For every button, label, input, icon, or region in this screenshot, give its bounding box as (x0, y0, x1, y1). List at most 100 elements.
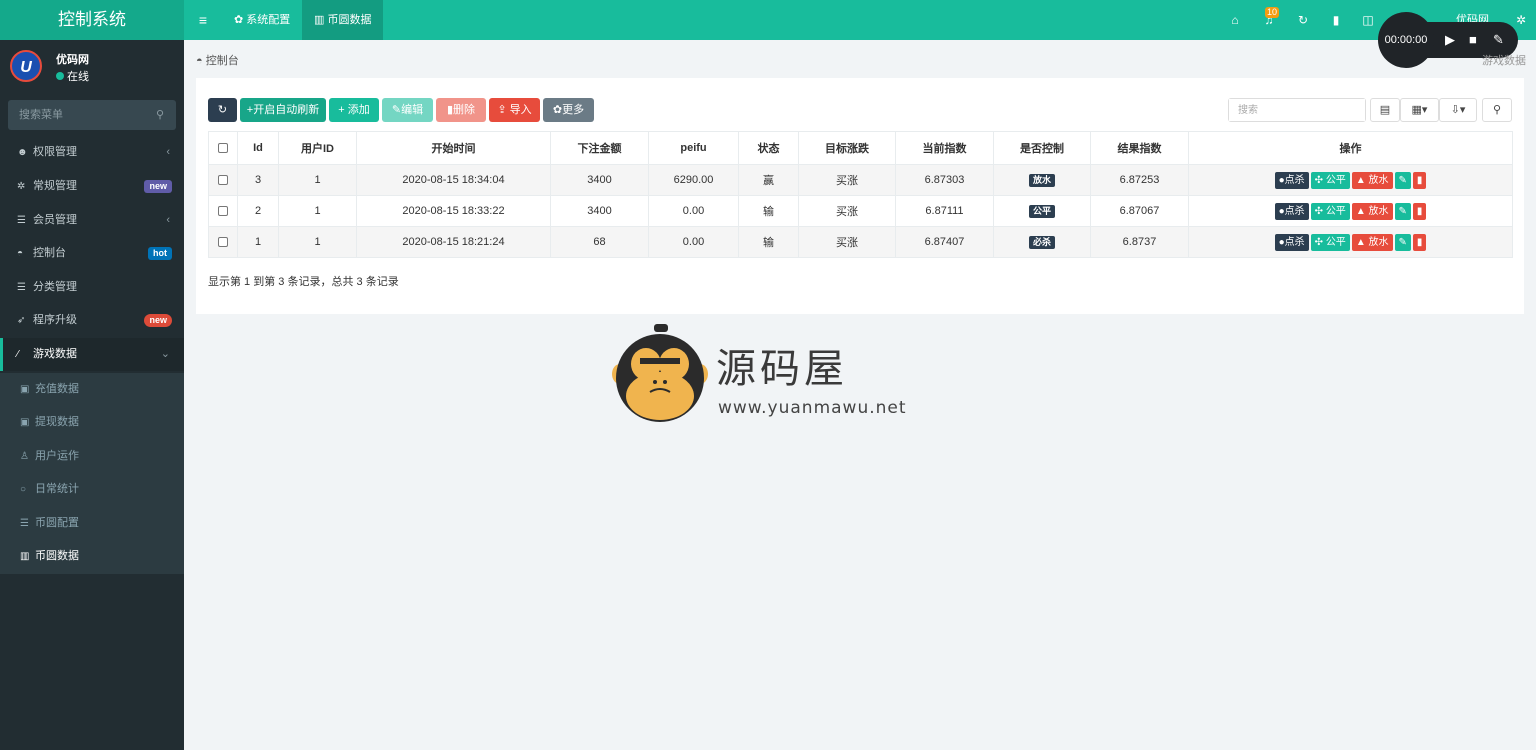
add-button[interactable]: + 添加 (329, 98, 379, 122)
toggle-view-button[interactable]: ▤ (1370, 98, 1400, 122)
release-button[interactable]: ▲ 放水 (1351, 171, 1393, 189)
sidebar-search-input[interactable] (8, 100, 148, 130)
auto-refresh-button[interactable]: +开启自动刷新 (240, 98, 326, 122)
advanced-search-button[interactable]: ⚲ (1482, 98, 1512, 122)
edit-button[interactable]: ✎编辑 (382, 98, 433, 122)
chevron-down-icon: ⌄ (160, 348, 170, 360)
table-row[interactable]: 2 1 2020-08-15 18:33:22 3400 0.00 输 买涨 6… (208, 195, 1513, 227)
column-header[interactable]: 状态 (738, 131, 799, 165)
cell-target: 买涨 (798, 226, 896, 258)
list-icon: ☰ (17, 215, 26, 226)
table-row[interactable]: 1 1 2020-08-15 18:21:24 68 0.00 输 买涨 6.8… (208, 226, 1513, 258)
play-icon[interactable]: ▶ (1445, 22, 1455, 58)
kill-button[interactable]: ●点杀 (1274, 171, 1309, 189)
column-header[interactable]: Id (237, 131, 279, 165)
more-button[interactable]: ✿更多 (543, 98, 594, 122)
sidebar-item-dashboard[interactable]: ◓ 控制台 hot (0, 237, 184, 270)
dashboard-icon: ◓ (196, 55, 203, 67)
recorder-timer: 00:00:00 (1378, 12, 1434, 68)
refresh-icon[interactable]: ↻ (1292, 0, 1314, 40)
row-edit-button[interactable]: ✎ (1394, 233, 1411, 251)
row-checkbox[interactable] (218, 175, 228, 186)
stop-icon[interactable]: ■ (1469, 22, 1477, 58)
select-all-checkbox[interactable] (218, 143, 228, 154)
cell-id: 2 (237, 195, 279, 227)
sidebar-subitem-coin-config[interactable]: ☰ 币圆配置 (0, 507, 184, 540)
gear-icon: ✿ (552, 104, 563, 116)
sidebar-item-category[interactable]: ☰ 分类管理 (0, 271, 184, 304)
language-icon[interactable]: ◫ (1357, 0, 1379, 40)
control-tag: 公平 (1028, 204, 1055, 218)
avatar: U (10, 50, 42, 82)
row-checkbox[interactable] (218, 237, 228, 248)
sidebar-item-general[interactable]: ✲ 常规管理 new (0, 170, 184, 203)
fair-button[interactable]: ✣ 公平 (1310, 233, 1350, 251)
cogs-icon: ✲ (17, 181, 26, 192)
sidebar-subitem-daily-stats[interactable]: ○ 日常统计 (0, 473, 184, 506)
sidebar-subitem-recharge[interactable]: ▣ 充值数据 (0, 373, 184, 406)
tab-system-config[interactable]: ✿ 系统配置 (222, 0, 302, 40)
sidebar-subitem-coin-data[interactable]: ▥ 币圆数据 (0, 540, 184, 573)
search-icon[interactable]: ⚲ (156, 100, 164, 130)
button-label: 公平 (1325, 236, 1346, 248)
dashboard-icon: ◓ (17, 248, 24, 259)
money-icon: ▣ (20, 384, 30, 395)
menu-toggle-icon[interactable]: ≡ (192, 0, 214, 40)
column-header[interactable]: 目标涨跌 (798, 131, 896, 165)
sidebar-item-permissions[interactable]: ☻ 权限管理 ‹ (0, 136, 184, 169)
fair-button[interactable]: ✣ 公平 (1310, 202, 1350, 220)
row-delete-button[interactable]: ▮ (1412, 202, 1427, 220)
button-label: 删除 (453, 104, 476, 116)
money-icon: ▣ (20, 417, 30, 428)
sidebar-item-game-data[interactable]: ⁄ 游戏数据 ⌄ (0, 338, 184, 371)
table-search-input[interactable] (1229, 99, 1365, 121)
release-button[interactable]: ▲ 放水 (1351, 233, 1393, 251)
sidebar-subitem-withdraw[interactable]: ▣ 提现数据 (0, 406, 184, 439)
watermark-text: 源码屋 (716, 346, 848, 392)
columns-button[interactable]: ▦▾ (1400, 98, 1439, 122)
export-button[interactable]: ⇩▾ (1439, 98, 1477, 122)
column-header[interactable]: 用户ID (278, 131, 357, 165)
sidebar-item-members[interactable]: ☰ 会员管理 ‹ (0, 204, 184, 237)
column-header[interactable]: 结果指数 (1090, 131, 1189, 165)
sidebar-subitem-label: 用户运作 (35, 450, 79, 462)
button-label: 更多 (562, 104, 585, 116)
row-checkbox[interactable] (218, 206, 228, 217)
sidebar-item-label: 程序升级 (33, 314, 77, 326)
column-header[interactable]: 当前指数 (895, 131, 994, 165)
cell-actions: ●点杀 ✣ 公平 ▲ 放水 ✎ ▮ (1188, 164, 1513, 196)
row-delete-button[interactable]: ▮ (1412, 233, 1427, 251)
breadcrumb: ◓ 控制台 (196, 52, 239, 68)
column-header[interactable]: peifu (648, 131, 739, 165)
bell-icon[interactable]: ♫ (1258, 0, 1280, 40)
breadcrumb-label[interactable]: 控制台 (206, 55, 239, 67)
sidebar-item-upgrade[interactable]: ➶ 程序升级 new (0, 304, 184, 337)
sidebar: U 优码网 在线 ⚲ ☻ 权限管理 ‹ ✲ 常规管理 new ☰ 会员管理 ‹ ◓ 控制台 ho… (0, 40, 184, 750)
warning-icon: ▲ (1355, 174, 1366, 186)
table-row[interactable]: 3 1 2020-08-15 18:34:04 3400 6290.00 赢 买… (208, 164, 1513, 196)
column-header[interactable]: 下注金额 (550, 131, 649, 165)
column-header[interactable]: 开始时间 (356, 131, 551, 165)
kill-button[interactable]: ●点杀 (1274, 202, 1309, 220)
import-button[interactable]: ⇪ 导入 (489, 98, 540, 122)
tab-coin-data[interactable]: ▥ 币圆数据 (302, 0, 384, 40)
column-header: 操作 (1188, 131, 1513, 165)
kill-button[interactable]: ●点杀 (1274, 233, 1309, 251)
sidebar-subitem-user-ops[interactable]: ♙ 用户运作 (0, 440, 184, 473)
refresh-button[interactable]: ↻ (208, 98, 237, 122)
cell-bet: 68 (550, 226, 649, 258)
row-delete-button[interactable]: ▮ (1412, 171, 1427, 189)
chevron-left-icon: ‹ (166, 214, 170, 226)
list-icon: ☰ (17, 282, 26, 293)
app-logo[interactable]: 控制系统 (0, 0, 184, 40)
fair-button[interactable]: ✣ 公平 (1310, 171, 1350, 189)
trash-icon[interactable]: ▮ (1325, 0, 1347, 40)
delete-button[interactable]: ▮删除 (436, 98, 486, 122)
release-button[interactable]: ▲ 放水 (1351, 202, 1393, 220)
row-edit-button[interactable]: ✎ (1394, 171, 1411, 189)
watermark: 源码屋 www.yuanmawu.net (612, 322, 932, 432)
home-icon[interactable]: ⌂ (1224, 0, 1246, 40)
button-label: 点杀 (1284, 236, 1305, 248)
column-header[interactable]: 是否控制 (993, 131, 1091, 165)
row-edit-button[interactable]: ✎ (1394, 202, 1411, 220)
